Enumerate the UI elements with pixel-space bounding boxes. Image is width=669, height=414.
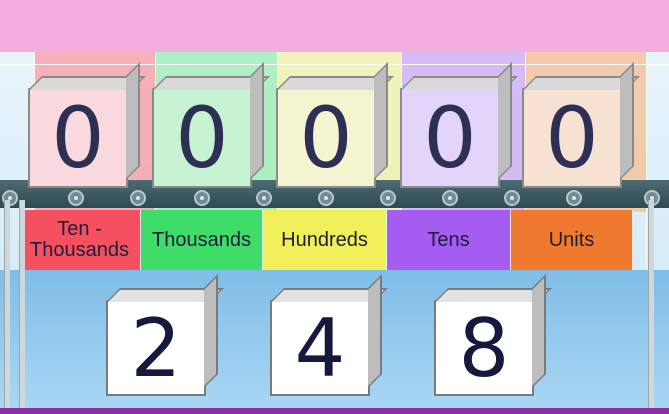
number-tile-8[interactable]: 8 — [434, 300, 534, 396]
ten-thousands-digit[interactable]: 0 — [28, 88, 128, 188]
units-digit[interactable]: 0 — [522, 88, 622, 188]
roller-icon — [380, 190, 396, 206]
machine-post — [4, 200, 10, 410]
machine-post — [19, 200, 25, 410]
number-tile-4[interactable]: 4 — [270, 300, 370, 396]
thousands-label: Thousands — [141, 210, 263, 270]
tens-label: Tens — [387, 210, 511, 270]
units-label: Units — [511, 210, 633, 270]
hundreds-digit[interactable]: 0 — [276, 88, 376, 188]
roller-icon — [442, 190, 458, 206]
roller-icon — [566, 190, 582, 206]
roller-icon — [504, 190, 520, 206]
tens-digit[interactable]: 0 — [400, 88, 500, 188]
roller-icon — [130, 190, 146, 206]
grid-line — [646, 52, 647, 272]
roller-icon — [68, 190, 84, 206]
machine-post — [648, 200, 654, 410]
thousands-digit[interactable]: 0 — [152, 88, 252, 188]
roller-icon — [256, 190, 272, 206]
bottom-stripe — [0, 408, 669, 414]
top-banner — [0, 0, 669, 52]
roller-icon — [194, 190, 210, 206]
roller-icon — [318, 190, 334, 206]
hundreds-label: Hundreds — [263, 210, 387, 270]
grid-line — [0, 64, 669, 65]
ten-thousands-label: Ten - Thousands — [19, 210, 141, 270]
number-tile-2[interactable]: 2 — [106, 300, 206, 396]
